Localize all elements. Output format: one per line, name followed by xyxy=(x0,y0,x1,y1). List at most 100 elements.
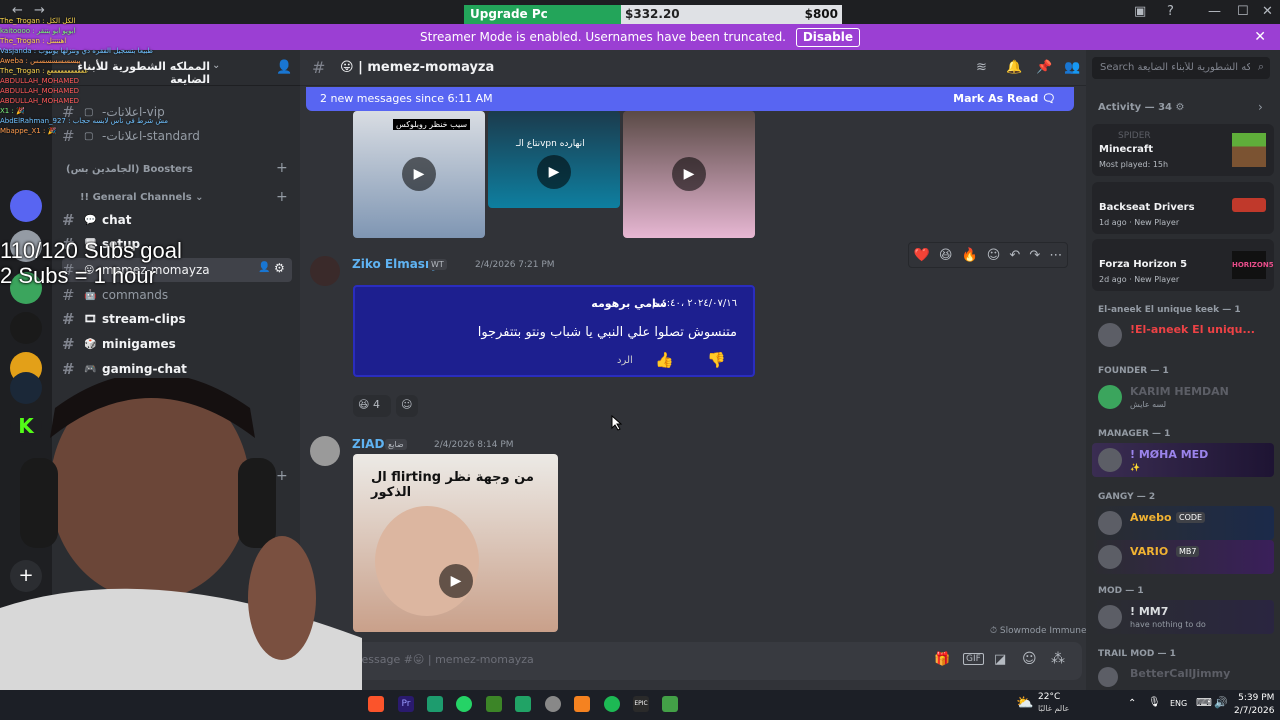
message-composer[interactable]: ⊕ Message #😛 | memez-momayza 🎁 GIF ◪ ☺ ⁂ xyxy=(306,642,1082,680)
sidebar-item-minigames[interactable]: # 🎲 minigames xyxy=(62,332,292,356)
member-item[interactable]: ! MØHA MED ✨ xyxy=(1092,443,1274,477)
subs-goal-overlay: 110/120 Subs goal 2 Subs = 1 hour xyxy=(0,238,182,288)
forward-icon[interactable]: ↷ xyxy=(1029,248,1040,263)
sidebar-item-chat[interactable]: # 💬 chat xyxy=(62,208,292,232)
play-icon[interactable]: ▶ xyxy=(537,155,571,189)
avatar[interactable] xyxy=(310,256,340,286)
weather-icon[interactable]: ⛅ xyxy=(1016,695,1033,711)
video-attachment[interactable]: ال flirting من وجهة نظر الذكور ▶ xyxy=(353,454,558,632)
new-messages-bar[interactable]: 2 new messages since 6:11 AM Mark As Rea… xyxy=(306,87,1074,111)
play-icon[interactable]: ▶ xyxy=(672,157,706,191)
play-icon[interactable]: ▶ xyxy=(439,564,473,598)
activity-card[interactable]: Backseat Drivers 1d ago · New Player xyxy=(1092,182,1274,234)
boosters-category[interactable]: (الجامدين بس) Boosters xyxy=(66,164,193,175)
mark-as-read-button[interactable]: Mark As Read 🗨 xyxy=(953,92,1056,105)
stream-chat-line: ABDULLAH_MOHAMED xyxy=(0,87,80,95)
server-icon[interactable] xyxy=(10,312,42,344)
sidebar-item-stream-clips[interactable]: # 🎞 stream-clips xyxy=(62,307,292,331)
heart-reaction-icon[interactable]: ❤️ xyxy=(914,248,930,263)
excel-icon[interactable] xyxy=(515,696,531,712)
epic-games-icon[interactable]: EPIC xyxy=(633,696,649,712)
image-attachment[interactable]: سامي برهومه ٢٠٢٤/٠٧/١٦ ،٤:٤٠ م متنسوش تص… xyxy=(353,285,755,377)
add-reaction-button[interactable]: ☺ xyxy=(396,395,418,417)
activity-card[interactable]: Forza Horizon 5 2d ago · New Player HORI… xyxy=(1092,239,1274,291)
brave-browser-icon[interactable] xyxy=(368,696,384,712)
pin-icon[interactable]: 📌 xyxy=(1036,60,1052,75)
help-icon[interactable]: ? xyxy=(1167,4,1174,19)
more-options-icon[interactable]: ⋯ xyxy=(1049,248,1062,263)
premiere-icon[interactable]: Pr xyxy=(398,696,414,712)
laugh-reaction-icon[interactable]: 😆 xyxy=(939,248,953,263)
user-badge: ضايع xyxy=(385,439,407,450)
app-icon[interactable] xyxy=(574,696,590,712)
attachment-date: ٢٠٢٤/٠٧/١٦ ،٤:٤٠ م xyxy=(652,298,737,309)
chevron-right-icon[interactable]: › xyxy=(1258,100,1263,114)
gear-icon[interactable]: ⚙ xyxy=(274,261,285,275)
hash-icon: # xyxy=(62,310,75,328)
volume-icon[interactable]: 🔊 xyxy=(1214,696,1228,709)
maximize-icon[interactable]: ☐ xyxy=(1237,4,1249,19)
avatar xyxy=(1098,448,1122,472)
member-item[interactable]: VARIO MB7 xyxy=(1092,540,1274,574)
emoji-icon[interactable]: ☺ xyxy=(1022,651,1037,667)
banner-close-icon[interactable]: ✕ xyxy=(1254,24,1266,50)
network-icon[interactable]: ⌨ xyxy=(1196,696,1212,709)
add-member-icon[interactable]: 👤 xyxy=(276,60,292,75)
activity-card[interactable]: SPIDER Minecraft Most played: 15h xyxy=(1092,124,1274,176)
disable-streamer-mode-button[interactable]: Disable xyxy=(795,28,860,47)
role-header: El-aneek El unique keek — 1 xyxy=(1098,305,1241,315)
spotify-icon[interactable] xyxy=(604,696,620,712)
avatar xyxy=(1098,667,1118,687)
add-channel-icon[interactable]: + xyxy=(276,160,288,176)
gif-icon[interactable]: GIF xyxy=(963,653,984,665)
clock[interactable]: 5:39 PM 2/7/2026 xyxy=(1234,692,1274,718)
activity-detail: 1d ago · New Player xyxy=(1099,218,1180,227)
language-indicator[interactable]: ENG xyxy=(1170,699,1187,708)
invite-icon[interactable]: 👤 xyxy=(258,262,270,273)
video-thumbnail[interactable]: ▶ xyxy=(623,111,755,238)
member-item[interactable]: KARIM HEMDAN لسه عايش xyxy=(1092,380,1274,414)
inbox-icon[interactable]: ▣ xyxy=(1134,4,1146,19)
weather-desc: عالم غالبًا xyxy=(1038,704,1070,713)
obs-icon[interactable] xyxy=(545,696,561,712)
app-icon[interactable] xyxy=(662,696,678,712)
add-reaction-icon[interactable]: ☺ xyxy=(987,248,1001,263)
member-list-icon[interactable]: 👥 xyxy=(1064,60,1080,75)
whatsapp-icon[interactable] xyxy=(456,696,472,712)
message-input[interactable]: Message #😛 | memez-momayza xyxy=(352,653,534,666)
reply-icon[interactable]: ↶ xyxy=(1009,248,1020,263)
avatar xyxy=(1098,323,1122,347)
member-item[interactable]: ! MM7 have nothing to do xyxy=(1092,600,1274,634)
search-input[interactable]: Search المملكه الشطورية للأبناء الضايعة … xyxy=(1092,57,1270,79)
minimize-icon[interactable]: — xyxy=(1208,4,1221,19)
microphone-icon[interactable]: 🎙 xyxy=(1148,697,1161,708)
fire-reaction-icon[interactable]: 🔥 xyxy=(961,248,977,263)
chevron-up-icon[interactable]: ⌃ xyxy=(1128,698,1136,709)
play-icon[interactable]: ▶ xyxy=(402,157,436,191)
minecraft-icon[interactable] xyxy=(486,696,502,712)
threads-icon[interactable]: ≋ xyxy=(976,60,987,75)
server-icon[interactable] xyxy=(10,190,42,222)
upgrade-goal-widget: Upgrade Pc $332.20 $800 xyxy=(464,5,842,25)
add-channel-icon[interactable]: + xyxy=(276,189,288,205)
bell-icon[interactable]: 🔔 xyxy=(1006,60,1022,75)
gift-icon[interactable]: 🎁 xyxy=(934,652,950,667)
stream-chat-line: Vasjanda : طبيعا بتسجيل الفقره دي ونتزله… xyxy=(0,47,153,55)
member-item[interactable]: Awebo CODE xyxy=(1092,506,1274,540)
activity-detail: Most played: 15h xyxy=(1099,160,1169,169)
hash-icon: # xyxy=(62,211,75,229)
member-item[interactable]: BetterCallJimmy xyxy=(1092,662,1274,690)
video-thumbnail[interactable]: سيب خنظر روبلوكس ▶ xyxy=(353,111,485,238)
general-category[interactable]: !! General Channels ⌄ xyxy=(80,192,204,203)
sticker-icon[interactable]: ◪ xyxy=(994,652,1006,667)
window-close-icon[interactable]: ✕ xyxy=(1262,4,1273,19)
message-author[interactable]: Ziko Elmasry xyxy=(352,257,439,271)
hash-icon: # xyxy=(62,335,75,353)
member-tag: CODE xyxy=(1176,512,1206,523)
minecraft-block-icon xyxy=(1232,133,1266,167)
mouse-cursor-icon xyxy=(611,415,623,431)
apps-icon[interactable]: ⁂ xyxy=(1051,651,1065,667)
member-item[interactable]: !El-aneek El uniqu... xyxy=(1092,318,1274,352)
app-icon[interactable] xyxy=(427,696,443,712)
video-thumbnail[interactable]: نتاع الـvpn انهارده ▶ xyxy=(488,111,620,208)
